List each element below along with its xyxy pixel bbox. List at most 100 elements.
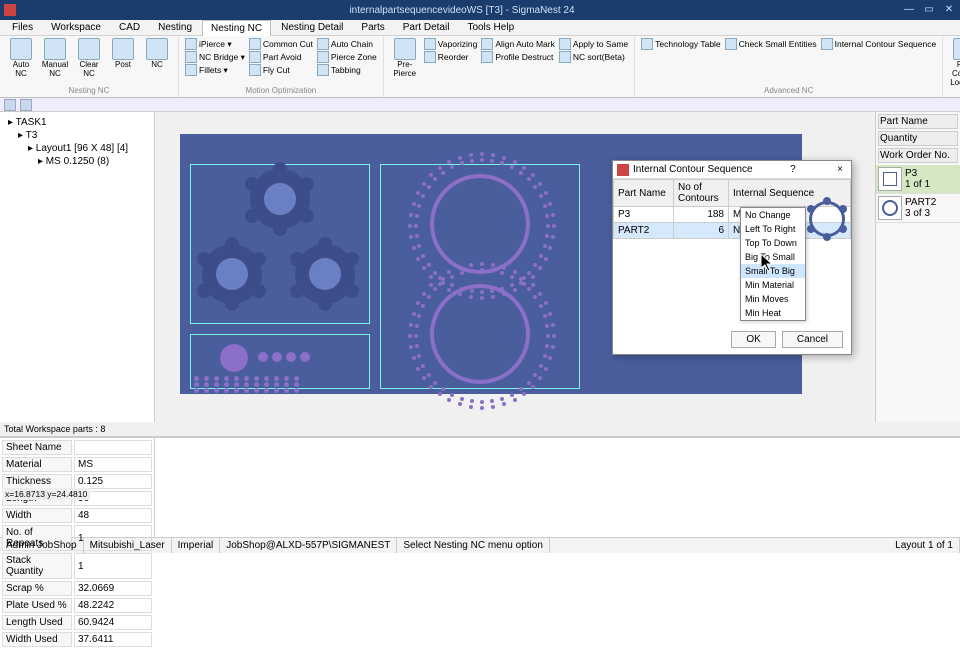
workspace-tree[interactable]: ▸ TASK1▸ T3▸ Layout1 [96 X 48] [4]▸ MS 0…: [0, 112, 154, 422]
dropdown-item-big-to-small[interactable]: Big To Small: [741, 250, 805, 264]
small-dot: [214, 382, 219, 387]
part-row-p3[interactable]: P31 of 1: [876, 165, 960, 194]
ribbon-btn-check-small-entities[interactable]: Check Small Entities: [725, 38, 817, 50]
sequence-dropdown[interactable]: No ChangeLeft To RightTop To DownBig To …: [740, 207, 806, 321]
menu-nesting-nc[interactable]: Nesting NC: [202, 20, 271, 36]
part-qty: 3 of 3: [905, 208, 936, 219]
menu-nesting-detail[interactable]: Nesting Detail: [273, 20, 351, 35]
dialog-help-button[interactable]: ?: [786, 164, 800, 175]
ribbon-btn-apply-to-same[interactable]: Apply to Same: [559, 38, 628, 50]
ribbon-btn-nc-bridge-[interactable]: NC Bridge ▾: [185, 51, 245, 63]
small-dot: [274, 388, 279, 393]
ribbon-btn-nc[interactable]: NC: [142, 38, 172, 70]
ribbon-btn-auto-chain[interactable]: Auto Chain: [317, 38, 377, 50]
small-hole: [258, 352, 268, 362]
gear-part[interactable]: [250, 169, 310, 229]
part-name: PART2: [905, 197, 936, 208]
maximize-button[interactable]: ▭: [922, 3, 936, 17]
ribbon-btn-pre-pierce[interactable]: Pre-Pierce: [390, 38, 420, 79]
gear-part[interactable]: [295, 244, 355, 304]
tree-item[interactable]: ▸ MS 0.1250 (8): [4, 155, 150, 168]
menu-parts[interactable]: Parts: [353, 20, 392, 35]
contour-dot: [429, 385, 433, 389]
tool-icon[interactable]: [4, 99, 16, 111]
contour-dot: [416, 257, 420, 261]
small-dot: [264, 376, 269, 381]
small-dot: [254, 376, 259, 381]
ribbon-btn-nc-sort-beta-[interactable]: NC sort(Beta): [559, 51, 628, 63]
contour-dot: [552, 224, 556, 228]
contour-dot: [438, 392, 442, 396]
cancel-button[interactable]: Cancel: [782, 331, 843, 348]
prop-val: 32.0669: [74, 581, 152, 596]
prop-val: 0.125: [74, 474, 152, 489]
contour-dot: [480, 158, 484, 162]
dialog-close-button[interactable]: ×: [833, 164, 847, 175]
dropdown-item-min-heat[interactable]: Min Heat: [741, 306, 805, 320]
ribbon-btn-technology-table[interactable]: Technology Table: [641, 38, 721, 50]
contour-dot: [543, 204, 547, 208]
ribbon-btn-tabbing[interactable]: Tabbing: [317, 64, 377, 76]
ribbon-btn-fly-cut[interactable]: Fly Cut: [249, 64, 313, 76]
ribbon-btn-profile-destruct[interactable]: Profile Destruct: [481, 51, 555, 63]
small-dot: [264, 388, 269, 393]
dropdown-item-no-change[interactable]: No Change: [741, 208, 805, 222]
ribbon-btn-align-auto-mark[interactable]: Align Auto Mark: [481, 38, 555, 50]
menu-tools-help[interactable]: Tools Help: [459, 20, 522, 35]
menu-cad[interactable]: CAD: [111, 20, 148, 35]
small-dot: [204, 382, 209, 387]
ribbon-btn-reorder[interactable]: Reorder: [424, 51, 478, 63]
contour-dot: [409, 323, 413, 327]
prop-key: Width Used: [2, 632, 72, 647]
ribbon-btn-fillets-[interactable]: Fillets ▾: [185, 64, 245, 76]
ribbon-btn-pierce-zone[interactable]: Pierce Zone: [317, 51, 377, 63]
small-dot: [294, 376, 299, 381]
ribbon-group: Pre-Pierce VaporizingReorderAlign Auto Ma…: [384, 36, 635, 97]
close-button[interactable]: ✕: [942, 3, 956, 17]
ribbon-btn-part-corner-loops-[interactable]: Part Corner Loops ▾: [949, 38, 960, 87]
part-thumb: [878, 196, 902, 220]
ribbon-btn-internal-contour-sequence[interactable]: Internal Contour Sequence: [821, 38, 937, 50]
ribbon-btn-part-avoid[interactable]: Part Avoid: [249, 51, 313, 63]
ribbon-btn-post[interactable]: Post: [108, 38, 138, 70]
tool-icon[interactable]: [20, 99, 32, 111]
ribbon-btn-vaporizing[interactable]: Vaporizing: [424, 38, 478, 50]
contour-dot: [519, 387, 523, 391]
ribbon-btn-common-cut[interactable]: Common Cut: [249, 38, 313, 50]
ribbon-btn-clear-nc[interactable]: Clear NC: [74, 38, 104, 79]
part-row-part2[interactable]: PART23 of 3: [876, 194, 960, 223]
ok-button[interactable]: OK: [731, 331, 775, 348]
ribbon-btn-ipierce-[interactable]: iPierce ▾: [185, 38, 245, 50]
contour-dot: [460, 287, 464, 291]
dropdown-item-left-to-right[interactable]: Left To Right: [741, 222, 805, 236]
dropdown-item-top-to-down[interactable]: Top To Down: [741, 236, 805, 250]
ribbon-btn-manual-nc[interactable]: Manual NC: [40, 38, 70, 79]
ribbon-btn-auto-nc[interactable]: Auto NC: [6, 38, 36, 79]
dropdown-item-min-material[interactable]: Min Material: [741, 278, 805, 292]
tree-item[interactable]: ▸ Layout1 [96 X 48] [4]: [4, 142, 150, 155]
contour-dot: [490, 399, 494, 403]
menu-nesting[interactable]: Nesting: [150, 20, 200, 35]
prop-key: Length Used: [2, 615, 72, 630]
contour-dot: [427, 373, 431, 377]
small-dot: [244, 388, 249, 393]
menu-workspace[interactable]: Workspace: [43, 20, 109, 35]
small-dot: [214, 388, 219, 393]
dialog-title-bar[interactable]: Internal Contour Sequence ? ×: [613, 161, 851, 179]
parts-panel: Part Name Quantity Work Order No. P31 of…: [875, 112, 960, 422]
minimize-button[interactable]: —: [902, 3, 916, 17]
gear-part[interactable]: [202, 244, 262, 304]
contour-dot: [500, 397, 504, 401]
contour-dot: [510, 393, 514, 397]
dropdown-item-small-to-big[interactable]: Small To Big: [741, 264, 805, 278]
quick-toolbar: [0, 98, 960, 112]
tree-item[interactable]: ▸ T3: [4, 129, 150, 142]
dropdown-item-min-moves[interactable]: Min Moves: [741, 292, 805, 306]
small-dot: [214, 376, 219, 381]
internal-contour-sequence-dialog: Internal Contour Sequence ? × Part Name …: [612, 160, 852, 355]
menu-part-detail[interactable]: Part Detail: [395, 20, 458, 35]
prop-val: MS: [74, 457, 152, 472]
tree-item[interactable]: ▸ TASK1: [4, 116, 150, 129]
menu-files[interactable]: Files: [4, 20, 41, 35]
contour-dot: [491, 153, 495, 157]
